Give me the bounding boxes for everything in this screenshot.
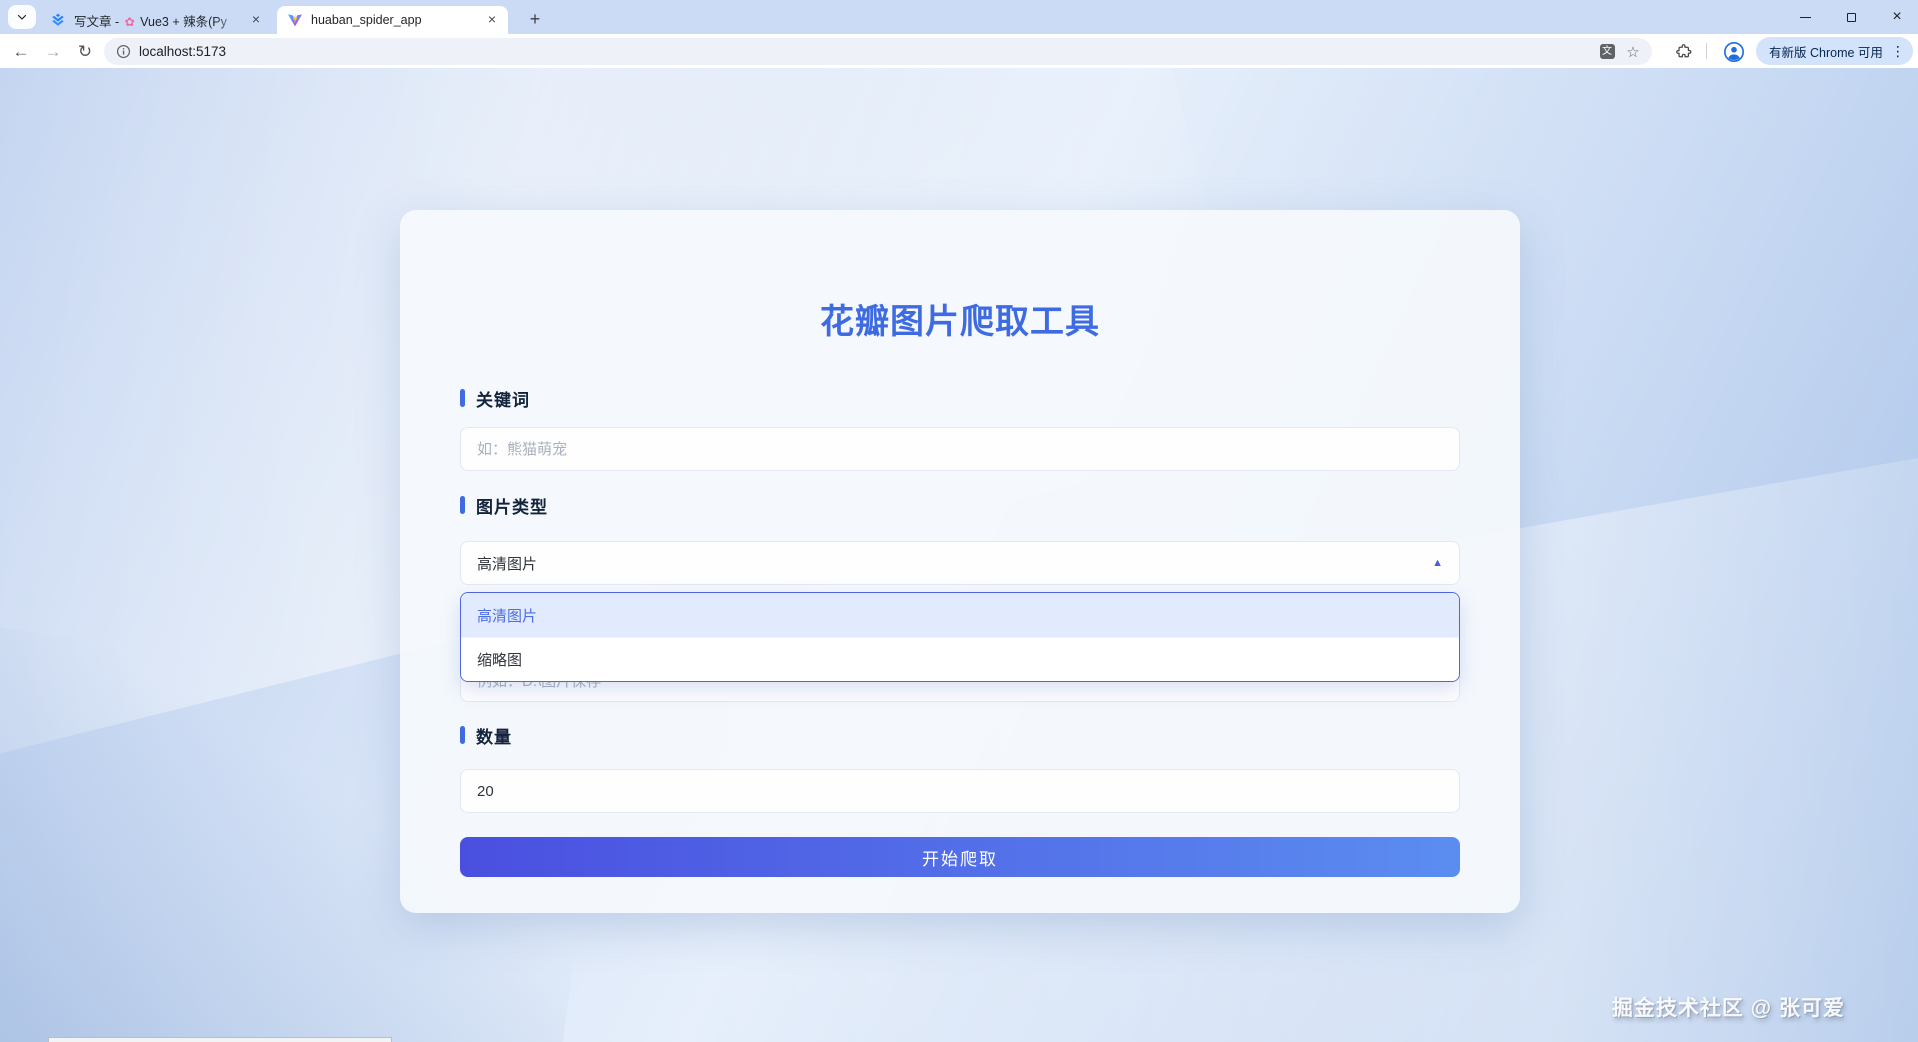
app-card: 花瓣图片爬取工具 关键词 图片类型 高清图片 ▲ 高清图片 缩略图 数量 开始爬… <box>400 210 1520 913</box>
tab-close-button[interactable]: × <box>484 12 500 28</box>
image-type-label: 图片类型 <box>460 495 548 517</box>
translate-icon: 文 <box>1599 44 1615 59</box>
quantity-input[interactable] <box>460 769 1460 813</box>
label-accent-bar <box>460 496 465 514</box>
juejin-favicon-icon <box>52 13 64 26</box>
new-tab-button[interactable]: + <box>522 7 548 33</box>
label-accent-bar <box>460 726 465 744</box>
info-icon <box>116 44 131 59</box>
window-restore-button[interactable] <box>1828 0 1874 34</box>
tab-search-button[interactable] <box>8 5 36 29</box>
dropdown-option-thumbnail[interactable]: 缩略图 <box>461 637 1459 681</box>
extensions-button[interactable] <box>1670 38 1696 64</box>
keyword-label: 关键词 <box>460 388 530 410</box>
tab-title: 写文章 - ✿ Vue3 + 辣条(Py <box>74 14 227 29</box>
site-info-button[interactable] <box>116 44 131 59</box>
flower-icon: ✿ <box>124 14 135 29</box>
start-crawl-button[interactable]: 开始爬取 <box>460 837 1460 877</box>
profile-button[interactable] <box>1720 38 1748 66</box>
forward-button[interactable]: → <box>40 39 66 65</box>
tab-close-button[interactable]: × <box>248 12 264 28</box>
quantity-label: 数量 <box>460 725 512 747</box>
page-background: 花瓣图片爬取工具 关键词 图片类型 高清图片 ▲ 高清图片 缩略图 数量 开始爬… <box>0 68 1918 1042</box>
status-bubble <box>48 1037 392 1042</box>
menu-dots-icon[interactable]: ⋮ <box>1891 43 1905 60</box>
tab-title: huaban_spider_app <box>311 13 422 27</box>
caret-up-icon: ▲ <box>1432 557 1443 569</box>
restore-icon <box>1846 9 1860 22</box>
back-button[interactable]: ← <box>8 39 34 65</box>
minimize-icon <box>1799 16 1811 18</box>
bookmark-star-button[interactable]: ☆ <box>1620 39 1646 65</box>
page-title: 花瓣图片爬取工具 <box>820 303 1100 341</box>
watermark: 掘金技术社区 @ 张可爱 <box>1611 997 1845 1020</box>
image-type-dropdown: 高清图片 缩略图 <box>460 592 1460 682</box>
keyword-input[interactable] <box>460 427 1460 471</box>
toolbar-divider <box>1706 43 1707 59</box>
browser-titlebar: 写文章 - ✿ Vue3 + 辣条(Py × huaban_spider_app… <box>0 0 1918 34</box>
tab-juejin-editor[interactable]: 写文章 - ✿ Vue3 + 辣条(Py × <box>40 6 272 34</box>
profile-icon <box>1724 42 1744 62</box>
reload-button[interactable]: ↻ <box>72 39 98 65</box>
update-chrome-label: 有新版 Chrome 可用 <box>1769 45 1883 60</box>
label-accent-bar <box>460 389 465 407</box>
window-minimize-button[interactable] <box>1782 0 1828 34</box>
url-text: localhost:5173 <box>139 44 227 59</box>
update-chrome-button[interactable]: 有新版 Chrome 可用 ⋮ <box>1756 37 1913 65</box>
vite-favicon-icon <box>288 13 302 27</box>
tab-huaban-spider-app[interactable]: huaban_spider_app × <box>277 6 508 34</box>
translate-button[interactable]: 文 <box>1594 39 1620 65</box>
window-close-button[interactable]: × <box>1874 0 1918 34</box>
puzzle-icon <box>1675 43 1691 57</box>
image-type-select[interactable]: 高清图片 ▲ <box>460 541 1460 585</box>
address-bar[interactable]: localhost:5173 文 ☆ <box>104 38 1652 65</box>
chevron-down-icon <box>17 14 27 20</box>
browser-toolbar: ← → ↻ localhost:5173 文 ☆ 有新版 Chrome 可用 ⋮ <box>0 34 1918 68</box>
dropdown-option-hd[interactable]: 高清图片 <box>461 593 1459 637</box>
star-icon: ☆ <box>1626 43 1640 61</box>
close-icon: × <box>1892 8 1902 25</box>
image-type-value: 高清图片 <box>477 555 538 573</box>
